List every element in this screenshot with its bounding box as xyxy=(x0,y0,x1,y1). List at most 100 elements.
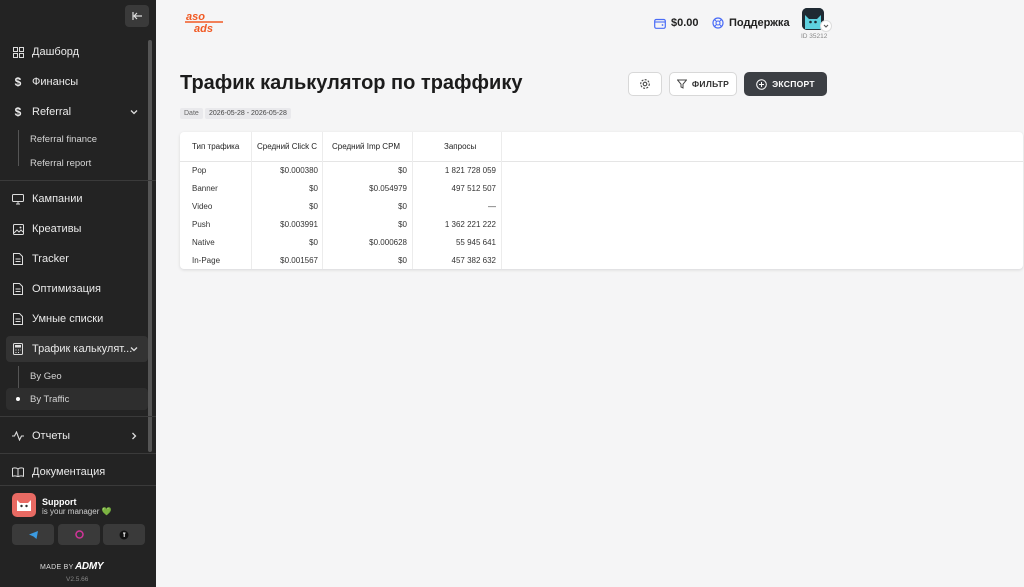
sidebar-subitem-referral-finance[interactable]: Referral finance xyxy=(30,134,97,145)
svg-text:aso: aso xyxy=(186,11,205,23)
sidebar-item-label: Трафик калькулят... xyxy=(32,343,133,355)
support-title: Support xyxy=(42,497,77,507)
cell-traffic-type: Banner xyxy=(192,184,218,193)
telegram-icon xyxy=(28,530,38,539)
document-icon xyxy=(12,313,24,325)
svg-text:ads: ads xyxy=(194,23,213,34)
cell-avg-imp-cpm: $0 xyxy=(398,256,407,265)
book-icon xyxy=(12,466,24,478)
date-label: Date xyxy=(180,108,203,119)
cell-avg-imp-cpm: $0.054979 xyxy=(369,184,407,193)
activity-icon xyxy=(12,430,24,442)
admy-logo: ADMY xyxy=(75,561,104,572)
sidebar-item-documentation[interactable]: Документация xyxy=(6,459,148,485)
sidebar-subitem-by-geo[interactable]: By Geo xyxy=(30,371,62,382)
filter-button-label: ФИЛЬТР xyxy=(691,79,730,89)
monitor-icon xyxy=(12,193,24,205)
user-menu-toggle[interactable] xyxy=(820,20,832,32)
cell-avg-imp-cpm: $0 xyxy=(398,202,407,211)
user-id: ID 35212 xyxy=(801,33,828,40)
app-version: V2.5.66 xyxy=(66,576,89,583)
cell-requests: 1 362 221 222 xyxy=(444,220,496,229)
submenu-line xyxy=(18,130,19,166)
balance-display[interactable]: $0.00 xyxy=(654,17,699,29)
support-link[interactable]: Поддержка xyxy=(712,17,790,29)
column-divider xyxy=(322,132,323,269)
balance-value: $0.00 xyxy=(671,17,699,29)
sidebar-scrollbar[interactable] xyxy=(148,40,152,452)
cell-avg-imp-cpm: $0.000628 xyxy=(369,238,407,247)
cell-requests: 497 512 507 xyxy=(451,184,497,193)
sidebar-item-campaigns[interactable]: Кампании xyxy=(6,186,148,212)
sidebar: Дашборд $ Финансы $ Referral Referral fi… xyxy=(0,0,156,587)
support-link-label: Поддержка xyxy=(729,17,790,29)
collapse-sidebar-button[interactable] xyxy=(125,5,149,27)
sidebar-divider xyxy=(0,485,156,486)
table-settings-button[interactable] xyxy=(628,72,662,96)
traffic-table: Тип трафика Средний Click C Средний Imp … xyxy=(180,132,1023,269)
cell-avg-click: $0.003991 xyxy=(280,220,318,229)
sidebar-item-finance[interactable]: $ Финансы xyxy=(6,69,148,95)
cell-avg-click: $0.000380 xyxy=(280,166,318,175)
column-header-avg-click[interactable]: Средний Click C xyxy=(257,132,323,162)
sidebar-subitem-by-traffic[interactable]: By Traffic xyxy=(30,394,69,405)
dollar-icon: $ xyxy=(14,105,22,119)
column-header-traffic-type[interactable]: Тип трафика xyxy=(192,132,252,162)
sidebar-item-label: Оптимизация xyxy=(32,283,101,295)
sidebar-item-creatives[interactable]: Креативы xyxy=(6,216,148,242)
made-by-label: MADE BY xyxy=(40,564,74,571)
sidebar-item-optimization[interactable]: Оптимизация xyxy=(6,276,148,302)
chevron-right-icon xyxy=(132,432,137,440)
cell-avg-imp-cpm: $0 xyxy=(398,220,407,229)
sidebar-item-referral[interactable]: $ Referral xyxy=(6,99,148,125)
download-circle-icon xyxy=(756,78,767,90)
document-icon xyxy=(12,283,24,295)
lifebuoy-icon xyxy=(712,17,724,29)
chevron-down-icon xyxy=(823,24,829,28)
sidebar-item-reports[interactable]: Отчеты xyxy=(6,423,148,449)
sidebar-item-smart-lists[interactable]: Умные списки xyxy=(6,306,148,332)
cell-traffic-type: Native xyxy=(192,238,215,247)
cell-traffic-type: Video xyxy=(192,202,213,211)
chevron-down-icon xyxy=(130,347,138,352)
sidebar-divider xyxy=(0,453,156,454)
column-header-requests[interactable]: Запросы xyxy=(444,132,498,162)
tiktok-icon xyxy=(119,530,129,539)
instagram-button[interactable] xyxy=(58,524,100,545)
sidebar-item-label: Умные списки xyxy=(32,313,104,325)
calculator-icon xyxy=(12,343,24,355)
column-header-avg-imp-cpm[interactable]: Средний Imp CPM xyxy=(332,132,412,162)
table-header-row: Тип трафика Средний Click C Средний Imp … xyxy=(180,132,1023,162)
export-button[interactable]: ЭКСПОРТ xyxy=(744,72,827,96)
dollar-icon: $ xyxy=(14,75,22,89)
cell-traffic-type: Push xyxy=(192,220,211,229)
column-divider xyxy=(412,132,413,269)
sidebar-item-label: Tracker xyxy=(32,253,69,265)
cell-traffic-type: In-Page xyxy=(192,256,221,265)
filter-button[interactable]: ФИЛЬТР xyxy=(669,72,737,96)
sidebar-item-traffic-calculator[interactable]: Трафик калькулят... xyxy=(6,336,148,362)
filter-icon xyxy=(676,79,687,89)
cell-requests: 1 821 728 059 xyxy=(444,166,496,175)
cell-requests: 55 945 641 xyxy=(455,238,496,247)
cell-traffic-type: Pop xyxy=(192,166,207,175)
date-range[interactable]: 2026-05-28 - 2026-05-28 xyxy=(205,108,291,119)
wallet-icon xyxy=(654,18,666,29)
telegram-button[interactable] xyxy=(12,524,54,545)
sidebar-item-tracker[interactable]: Tracker xyxy=(6,246,148,272)
cell-avg-imp-cpm: $0 xyxy=(398,166,407,175)
column-divider xyxy=(501,132,502,269)
sidebar-item-dashboard[interactable]: Дашборд xyxy=(6,39,148,65)
tiktok-button[interactable] xyxy=(103,524,145,545)
sidebar-subitem-referral-report[interactable]: Referral report xyxy=(30,158,91,169)
column-divider xyxy=(251,132,252,269)
gear-icon xyxy=(640,79,650,89)
grid-icon xyxy=(12,46,24,58)
chevron-down-icon xyxy=(130,110,138,115)
brand-logo[interactable]: aso ads xyxy=(185,10,225,35)
page-title: Трафик калькулятор по траффику xyxy=(180,72,523,94)
cell-requests: — xyxy=(488,202,496,211)
export-button-label: ЭКСПОРТ xyxy=(772,79,815,89)
sidebar-divider xyxy=(0,416,156,417)
active-dot xyxy=(16,397,20,401)
